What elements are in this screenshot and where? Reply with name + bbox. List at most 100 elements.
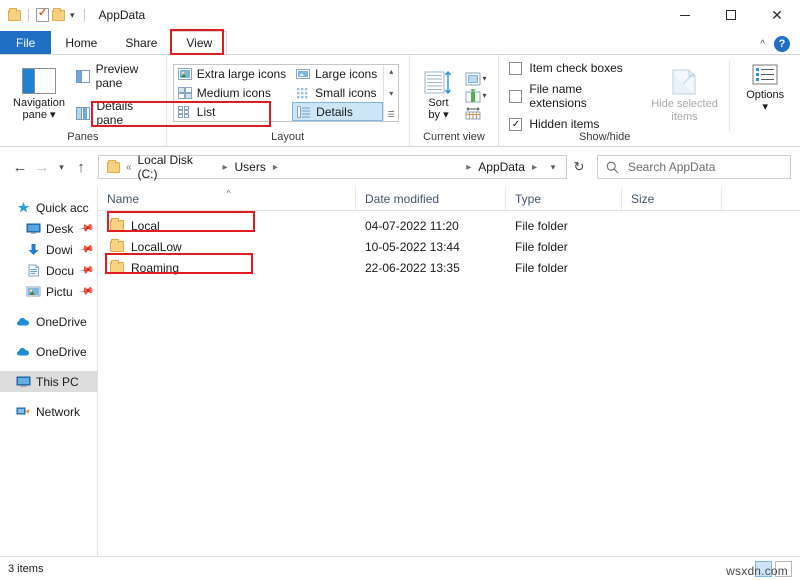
search-box[interactable]: Search AppData	[597, 155, 791, 179]
pin-icon[interactable]: 📌	[78, 241, 95, 257]
refresh-button[interactable]: ↻	[567, 159, 591, 175]
network-icon	[16, 405, 31, 418]
new-folder-icon[interactable]	[52, 10, 65, 21]
checkbox-checked[interactable]: ✓	[509, 118, 522, 131]
layout-details[interactable]: Details	[292, 102, 383, 121]
layout-small-icons[interactable]: Small icons	[292, 84, 383, 103]
ribbon-group-current-view: Sort by ▾ ▾	[409, 55, 499, 147]
address-field[interactable]: « Local Disk (C:) ▸ Users ▸ ▸ AppData ▸ …	[98, 155, 567, 179]
breadcrumb-separator-icon[interactable]: ▸	[527, 162, 542, 173]
small-icons-icon	[296, 87, 310, 99]
layout-list[interactable]: List	[174, 102, 292, 121]
layout-extra-large-icons[interactable]: Extra large icons	[174, 65, 292, 84]
watermark: wsxdn.com	[726, 564, 788, 578]
pin-icon[interactable]: 📌	[78, 262, 95, 278]
search-input[interactable]: Search AppData	[628, 160, 715, 174]
ribbon-group-layout: Extra large icons Medium icons	[166, 55, 409, 147]
scroll-up-icon[interactable]: ▴	[389, 67, 393, 76]
address-field-right: ▾	[542, 162, 564, 173]
ribbon-group-label-show-hide: Show/hide	[499, 131, 800, 147]
layout-label: Details	[316, 105, 353, 119]
tab-share[interactable]: Share	[111, 31, 171, 54]
sort-by-label-line1: Sort	[428, 97, 448, 109]
file-type-cell: File folder	[506, 219, 622, 233]
column-sizing-icon	[465, 89, 481, 103]
table-row[interactable]: Roaming 22-06-2022 13:35 File folder	[98, 257, 800, 278]
hidden-items-option[interactable]: ✓ Hidden items	[509, 117, 639, 131]
table-row[interactable]: Local 04-07-2022 11:20 File folder	[98, 215, 800, 236]
back-button[interactable]: ←	[9, 154, 31, 180]
sidebar-item-downloads[interactable]: Dowi 📌	[0, 239, 97, 260]
customize-quick-access-icon[interactable]: ▾	[68, 10, 77, 21]
navigation-pane-button[interactable]: Navigation pane ▾	[6, 66, 72, 123]
sidebar-item-onedrive-business[interactable]: OneDrive	[0, 341, 97, 362]
layout-gallery-scrollbar[interactable]: ▴ ▾ ☰	[383, 65, 398, 121]
folder-icon	[110, 262, 124, 273]
scroll-down-icon[interactable]: ▾	[389, 89, 393, 98]
breadcrumb-overflow-icon[interactable]: «	[124, 162, 136, 173]
breadcrumb-separator-icon[interactable]: ▸	[217, 162, 232, 173]
chevron-down-icon[interactable]: ▾	[483, 74, 487, 83]
column-header-name[interactable]: Name ^	[98, 187, 356, 211]
sort-by-button[interactable]: Sort by ▾	[416, 70, 462, 121]
layout-large-icons[interactable]: Large icons	[292, 65, 383, 84]
item-check-boxes-option[interactable]: Item check boxes	[509, 61, 639, 75]
onedrive-icon	[16, 345, 31, 358]
tab-file[interactable]: File	[0, 31, 51, 54]
column-header-date-modified[interactable]: Date modified	[356, 187, 506, 211]
properties-icon[interactable]	[36, 8, 49, 22]
sidebar-item-documents[interactable]: Docu 📌	[0, 260, 97, 281]
title-bar: ▾ AppData ✕	[0, 0, 800, 30]
address-dropdown-icon[interactable]: ▾	[542, 162, 564, 173]
checkbox[interactable]	[509, 90, 522, 103]
sidebar-item-label: OneDrive	[36, 315, 87, 329]
breadcrumb-separator-icon[interactable]: ▸	[461, 162, 476, 173]
add-columns-button[interactable]: ▾	[465, 72, 487, 86]
tab-home[interactable]: Home	[51, 31, 111, 54]
details-pane-button[interactable]: Details pane	[76, 99, 160, 127]
forward-button[interactable]: →	[31, 154, 53, 180]
column-header-size[interactable]: Size	[622, 187, 722, 211]
column-header-type[interactable]: Type	[506, 187, 622, 211]
sidebar-item-quick-access[interactable]: Quick acc	[0, 197, 97, 218]
sidebar-item-desktop[interactable]: Desk 📌	[0, 218, 97, 239]
checkbox[interactable]	[509, 62, 522, 75]
breadcrumb-users[interactable]: Users	[232, 160, 267, 174]
column-sizing-button[interactable]: ▾	[465, 89, 487, 103]
close-button[interactable]: ✕	[754, 0, 800, 30]
sidebar-item-pictures[interactable]: Pictu 📌	[0, 281, 97, 302]
ribbon-group-label-panes: Panes	[0, 131, 166, 147]
help-icon[interactable]: ?	[774, 36, 790, 52]
tab-view[interactable]: View	[171, 31, 227, 54]
preview-pane-button[interactable]: Preview pane	[76, 62, 160, 90]
sort-ascending-icon: ^	[227, 188, 231, 198]
sidebar-item-network[interactable]: Network	[0, 401, 97, 422]
options-button[interactable]: Options ▾	[729, 61, 794, 131]
gallery-more-icon[interactable]: ☰	[388, 110, 395, 119]
pin-icon[interactable]: 📌	[78, 220, 95, 236]
table-row[interactable]: LocalLow 10-05-2022 13:44 File folder	[98, 236, 800, 257]
file-name-extensions-option[interactable]: File name extensions	[509, 82, 639, 110]
size-all-columns-button[interactable]	[465, 106, 487, 120]
pin-icon[interactable]: 📌	[78, 283, 95, 299]
chevron-down-icon[interactable]: ▾	[483, 91, 487, 100]
file-date-cell: 10-05-2022 13:44	[356, 240, 506, 254]
add-columns-icon	[465, 72, 481, 86]
layout-medium-icons[interactable]: Medium icons	[174, 84, 292, 103]
ribbon-group-panes: Navigation pane ▾ Preview pane Details p…	[0, 55, 166, 147]
sidebar-item-this-pc[interactable]: This PC	[0, 371, 97, 392]
up-button[interactable]: ↑	[70, 154, 92, 180]
maximize-button[interactable]	[708, 0, 754, 30]
breadcrumb-appdata[interactable]: AppData	[476, 160, 527, 174]
downloads-icon	[26, 243, 41, 256]
recent-locations-button[interactable]: ▾	[53, 154, 70, 180]
sidebar-item-onedrive-personal[interactable]: OneDrive	[0, 311, 97, 332]
breadcrumb-local-disk[interactable]: Local Disk (C:)	[136, 153, 218, 181]
file-name-cell: LocalLow	[98, 240, 356, 254]
layout-label: Small icons	[315, 86, 376, 100]
navigation-buttons: ← → ▾ ↑	[9, 154, 92, 180]
minimize-button[interactable]	[662, 0, 708, 30]
star-icon	[16, 201, 31, 214]
collapse-ribbon-icon[interactable]: ^	[760, 39, 765, 50]
breadcrumb-separator-icon[interactable]: ▸	[268, 162, 283, 173]
